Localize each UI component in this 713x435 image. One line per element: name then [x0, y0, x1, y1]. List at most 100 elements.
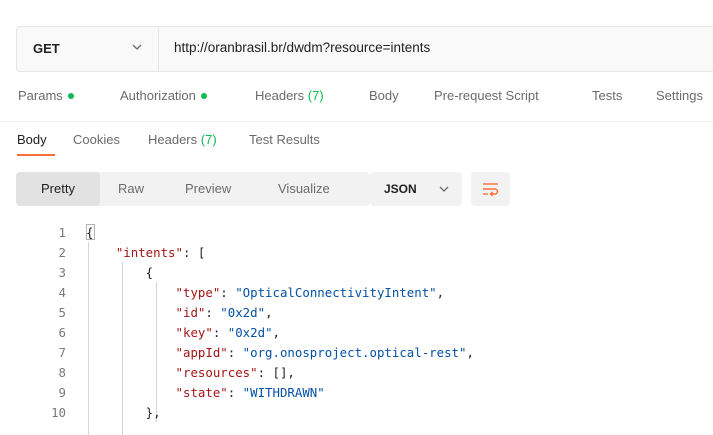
- code-line: 3 {: [0, 263, 713, 283]
- json-string: "OpticalConnectivityIntent": [235, 285, 437, 300]
- url-input[interactable]: http://oranbrasil.br/dwdm?resource=inten…: [174, 40, 430, 55]
- tab-settings[interactable]: Settings: [656, 88, 703, 103]
- code-text: "key": "0x2d",: [86, 323, 280, 343]
- code-text: "state": "WITHDRAWN": [86, 383, 325, 403]
- tab-params[interactable]: Params: [18, 88, 74, 103]
- json-punctuation: {: [86, 265, 154, 280]
- json-punctuation: :: [227, 385, 243, 400]
- tab-params-label: Params: [18, 88, 63, 103]
- line-number: 10: [51, 405, 66, 420]
- word-wrap-button[interactable]: [471, 172, 510, 206]
- line-number: 4: [58, 285, 66, 300]
- tab-authorization-label: Authorization: [120, 88, 196, 103]
- tab-headers[interactable]: Headers (7): [255, 88, 324, 103]
- json-string: "0x2d": [227, 325, 273, 340]
- code-line: 5 "id": "0x2d",: [0, 303, 713, 323]
- json-punctuation: [86, 325, 176, 340]
- active-tab-underline: [17, 154, 55, 156]
- line-number: 7: [58, 345, 66, 360]
- json-key: "key": [175, 325, 213, 340]
- tab-pre-request-script[interactable]: Pre-request Script: [434, 88, 539, 103]
- json-key: "id": [175, 305, 206, 320]
- code-text: "intents": [: [86, 243, 206, 263]
- code-line: 6 "key": "0x2d",: [0, 323, 713, 343]
- response-body-editor[interactable]: 1{2 "intents": [3 {4 "type": "OpticalCon…: [0, 222, 713, 435]
- json-punctuation: :: [205, 305, 221, 320]
- json-string: "0x2d": [220, 305, 266, 320]
- tab-headers-count: (7): [307, 88, 324, 103]
- code-text: {: [86, 263, 153, 283]
- json-key: "type": [175, 285, 221, 300]
- response-tab-headers[interactable]: Headers (7): [148, 132, 217, 147]
- json-punctuation: ,: [466, 345, 474, 360]
- tab-body[interactable]: Body: [369, 88, 399, 103]
- json-punctuation: :: [220, 285, 236, 300]
- json-punctuation: : [],: [257, 365, 295, 380]
- status-dot: [200, 92, 207, 99]
- json-punctuation: [86, 365, 176, 380]
- code-line: 10 },: [0, 403, 713, 423]
- code-text: },: [86, 403, 161, 423]
- tab-headers-label: Headers: [255, 88, 305, 103]
- json-string: "org.onosproject.optical-rest": [242, 345, 467, 360]
- code-line: 4 "type": "OpticalConnectivityIntent",: [0, 283, 713, 303]
- format-label: JSON: [384, 182, 417, 196]
- method-label: GET: [33, 41, 60, 56]
- view-mode-bar: Pretty Raw Preview Visualize: [16, 172, 370, 206]
- response-tab-test-results[interactable]: Test Results: [249, 132, 320, 147]
- response-tab-headers-label: Headers: [148, 132, 198, 147]
- method-select[interactable]: GET: [17, 27, 159, 71]
- view-raw[interactable]: Raw: [118, 172, 144, 206]
- json-punctuation: ,: [436, 285, 445, 300]
- line-number: 6: [58, 325, 66, 340]
- line-number: 2: [58, 245, 66, 260]
- word-wrap-icon: [483, 183, 499, 197]
- response-tab-headers-count: (7): [200, 132, 217, 147]
- json-key: "appId": [175, 345, 228, 360]
- json-punctuation: {: [86, 225, 94, 240]
- divider: [0, 121, 713, 122]
- json-punctuation: : [: [182, 245, 206, 260]
- code-line: 9 "state": "WITHDRAWN": [0, 383, 713, 403]
- code-text: {: [86, 223, 93, 243]
- json-punctuation: [86, 245, 116, 260]
- status-dot: [67, 92, 74, 99]
- line-number: 9: [58, 385, 66, 400]
- json-punctuation: ,: [265, 305, 273, 320]
- code-text: "type": "OpticalConnectivityIntent",: [86, 283, 445, 303]
- json-punctuation: :: [212, 325, 228, 340]
- code-line: 7 "appId": "org.onosproject.optical-rest…: [0, 343, 713, 363]
- json-punctuation: [86, 345, 176, 360]
- response-tab-cookies[interactable]: Cookies: [73, 132, 120, 147]
- line-number: 3: [58, 265, 66, 280]
- view-visualize[interactable]: Visualize: [278, 172, 330, 206]
- tab-tests[interactable]: Tests: [592, 88, 622, 103]
- chevron-down-icon: [439, 186, 449, 192]
- response-tabs: Body Cookies Headers (7) Test Results: [0, 132, 713, 160]
- json-key: "resources": [175, 365, 258, 380]
- format-select[interactable]: JSON: [370, 172, 462, 206]
- view-preview[interactable]: Preview: [185, 172, 231, 206]
- request-tabs: Params Authorization Headers (7) Body Pr…: [0, 88, 713, 114]
- json-string: "WITHDRAWN": [242, 385, 325, 400]
- chevron-down-icon: [132, 44, 142, 50]
- tab-authorization[interactable]: Authorization: [120, 88, 207, 103]
- json-punctuation: [86, 285, 176, 300]
- code-line: 1{: [0, 223, 713, 243]
- json-punctuation: [86, 305, 176, 320]
- code-line: 8 "resources": [],: [0, 363, 713, 383]
- json-punctuation: [86, 385, 176, 400]
- view-pretty[interactable]: Pretty: [16, 172, 100, 206]
- code-text: "id": "0x2d",: [86, 303, 273, 323]
- code-line: 2 "intents": [: [0, 243, 713, 263]
- code-text: "resources": [],: [86, 363, 295, 383]
- request-bar: GET http://oranbrasil.br/dwdm?resource=i…: [16, 26, 713, 72]
- response-tab-body[interactable]: Body: [17, 132, 47, 147]
- json-punctuation: :: [227, 345, 243, 360]
- json-punctuation: },: [86, 405, 161, 420]
- line-number: 5: [58, 305, 66, 320]
- json-key: "intents": [115, 245, 183, 260]
- line-number: 8: [58, 365, 66, 380]
- code-text: "appId": "org.onosproject.optical-rest",: [86, 343, 474, 363]
- json-punctuation: ,: [272, 325, 280, 340]
